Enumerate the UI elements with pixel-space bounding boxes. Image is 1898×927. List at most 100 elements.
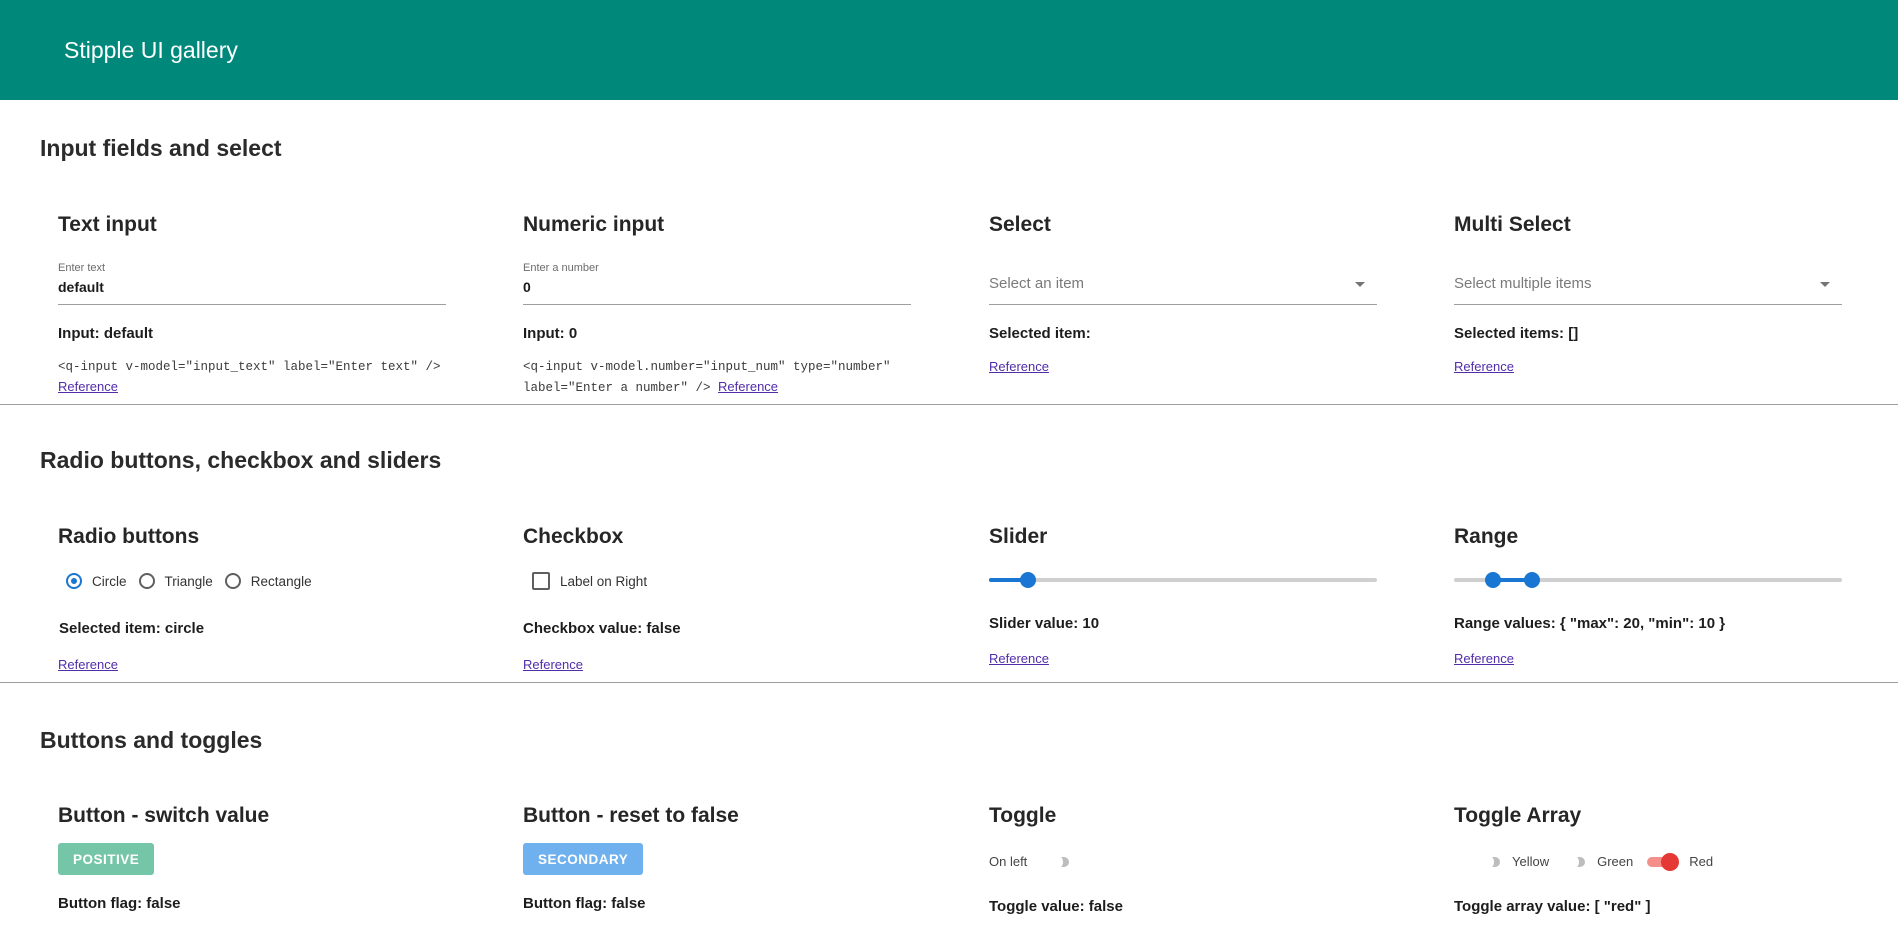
slider-track[interactable]: [989, 572, 1377, 588]
toggle-label: Green: [1597, 853, 1634, 869]
radio-label: Circle: [92, 573, 127, 589]
secondary-button[interactable]: SECONDARY: [523, 843, 644, 875]
reference-link[interactable]: Reference: [58, 379, 118, 394]
section-radio-checkbox-sliders: Radio buttons, checkbox and sliders Radi…: [0, 405, 1898, 683]
card-toggle: Toggle On left Toggle value: false: [989, 683, 1377, 927]
card-toggle-array: Toggle Array Yellow Green Red Toggle arr…: [1454, 683, 1842, 927]
toggle-status: Toggle value: false: [989, 898, 1123, 915]
card-title: Select: [989, 213, 1051, 236]
reference-link[interactable]: Reference: [1454, 359, 1514, 374]
section-inputs: Input fields and select Text input Enter…: [0, 100, 1898, 405]
select-status: Selected item:: [989, 325, 1091, 342]
positive-button[interactable]: POSITIVE: [58, 843, 155, 875]
card-title: Toggle Array: [1454, 804, 1582, 827]
checkbox-status: Checkbox value: false: [523, 620, 681, 637]
text-input-value[interactable]: default: [58, 279, 104, 295]
slider-thumb[interactable]: [1019, 572, 1036, 588]
toggle-label: On left: [989, 853, 1028, 869]
toggle-switch[interactable]: [1563, 851, 1587, 871]
reference-link[interactable]: Reference: [1454, 651, 1514, 666]
reference-link[interactable]: Reference: [58, 657, 118, 672]
app-title: Stipple UI gallery: [64, 36, 238, 63]
multi-select-status: Selected items: []: [1454, 325, 1579, 342]
toggle-control[interactable]: On left: [989, 851, 1081, 871]
card-title: Slider: [989, 525, 1048, 548]
card-slider: Slider Slider value: 10 Reference: [989, 405, 1377, 683]
toggle-yellow[interactable]: Yellow: [1478, 851, 1549, 871]
toggle-switch-on[interactable]: [1647, 851, 1681, 871]
input-status: Input: 0: [523, 325, 578, 342]
toggle-thumb: [1047, 854, 1064, 870]
input-status: Input: default: [58, 325, 153, 342]
radio-unselected-icon[interactable]: [224, 573, 241, 589]
text-input-field[interactable]: Enter text default: [58, 262, 446, 305]
toggle-red[interactable]: Red: [1647, 851, 1713, 871]
toggle-green[interactable]: Green: [1563, 851, 1633, 871]
checkbox-empty-icon[interactable]: [532, 572, 550, 590]
app-header: Stipple UI gallery: [0, 0, 1898, 100]
card-numeric-input: Numeric input Enter a number 0 Input: 0 …: [523, 100, 911, 405]
toggle-switch[interactable]: [1047, 851, 1071, 871]
toggle-switch[interactable]: [1478, 851, 1502, 871]
toggle-thumb: [1661, 853, 1680, 871]
card-range: Range Range values: { "max": 20, "min": …: [1454, 405, 1842, 683]
radio-selected-icon[interactable]: [66, 573, 82, 589]
card-title: Range: [1454, 525, 1519, 548]
toggle-label: Yellow: [1512, 853, 1550, 869]
toggle-array-status: Toggle array value: [ "red" ]: [1454, 898, 1651, 915]
button-flag-status: Button flag: false: [523, 895, 646, 912]
select-field[interactable]: Select an item: [989, 262, 1377, 305]
numeric-input-field[interactable]: Enter a number 0: [523, 262, 911, 305]
code-snippet: <q-input v-model.number="input_num" type…: [523, 357, 903, 398]
card-multi-select: Multi Select Select multiple items Selec…: [1454, 100, 1842, 405]
range-thumb-max[interactable]: [1523, 572, 1540, 588]
range-thumb-min[interactable]: [1484, 572, 1501, 588]
reference-link[interactable]: Reference: [989, 359, 1049, 374]
chevron-down-icon[interactable]: [1820, 282, 1830, 287]
card-reset-button: Button - reset to false SECONDARY Button…: [523, 683, 911, 927]
radio-label: Rectangle: [250, 573, 312, 589]
card-select: Select Select an item Selected item: Ref…: [989, 100, 1377, 405]
card-title: Button - switch value: [58, 804, 270, 827]
section-buttons-toggles: Buttons and toggles Button - switch valu…: [0, 683, 1898, 927]
radio-triangle[interactable]: Triangle: [138, 573, 213, 589]
select-placeholder: Select an item: [989, 275, 1085, 292]
reference-link[interactable]: Reference: [989, 651, 1049, 666]
button-flag-status: Button flag: false: [58, 895, 181, 912]
toggle-thumb: [1478, 854, 1494, 870]
code-text: <q-input v-model="input_text" label="Ent…: [58, 360, 441, 374]
reference-link[interactable]: Reference: [523, 657, 583, 672]
radio-rectangle[interactable]: Rectangle: [224, 573, 312, 589]
card-title: Radio buttons: [58, 525, 200, 548]
multi-select-field[interactable]: Select multiple items: [1454, 262, 1842, 305]
card-title: Toggle: [989, 804, 1057, 827]
reference-link[interactable]: Reference: [718, 379, 778, 394]
toggle-label: Red: [1689, 853, 1714, 869]
select-placeholder: Select multiple items: [1454, 275, 1592, 292]
card-title: Text input: [58, 213, 157, 236]
numeric-input-value[interactable]: 0: [523, 279, 531, 295]
card-switch-button: Button - switch value POSITIVE Button fl…: [58, 683, 446, 927]
radio-label: Triangle: [164, 573, 213, 589]
range-status: Range values: { "max": 20, "min": 10 }: [1454, 615, 1726, 632]
card-radio-buttons: Radio buttons Circle Triangle Rectangle …: [58, 405, 446, 683]
radio-group: Circle Triangle Rectangle: [66, 573, 324, 589]
card-checkbox: Checkbox Label on Right Checkbox value: …: [523, 405, 911, 683]
checkbox-label: Label on Right: [560, 573, 648, 589]
card-text-input: Text input Enter text default Input: def…: [58, 100, 446, 405]
card-title: Checkbox: [523, 525, 624, 548]
code-text: <q-input v-model.number="input_num" type…: [523, 360, 891, 395]
chevron-down-icon[interactable]: [1355, 282, 1365, 287]
radio-circle[interactable]: Circle: [66, 573, 127, 589]
card-title: Button - reset to false: [523, 804, 739, 827]
radio-status: Selected item: circle: [59, 620, 205, 637]
checkbox-control[interactable]: Label on Right: [532, 572, 647, 590]
toggle-array-group: Yellow Green Red: [1478, 851, 1727, 871]
toggle-thumb: [1563, 854, 1580, 870]
field-label: Enter a number: [523, 262, 599, 274]
card-title: Numeric input: [523, 213, 665, 236]
code-snippet: <q-input v-model="input_text" label="Ent…: [58, 357, 478, 398]
radio-unselected-icon[interactable]: [138, 573, 155, 589]
field-label: Enter text: [58, 262, 106, 274]
range-track[interactable]: [1454, 572, 1842, 588]
